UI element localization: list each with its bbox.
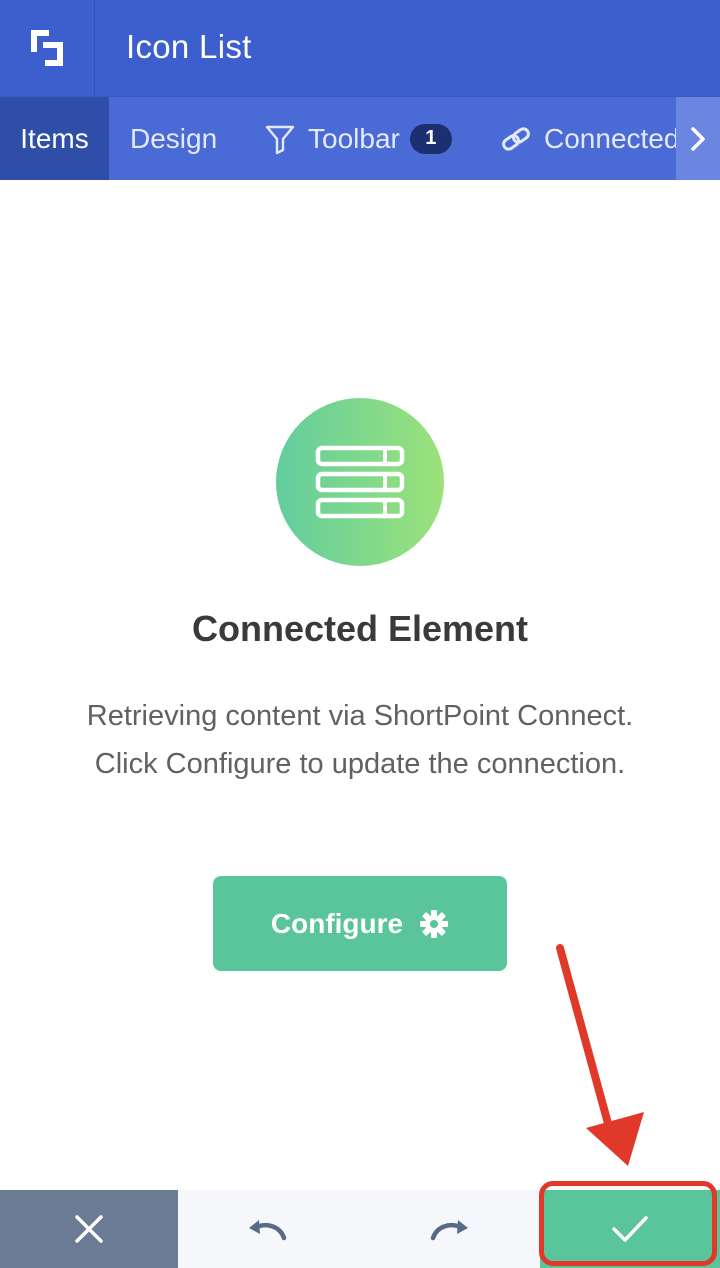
toolbar-count-badge: 1 — [409, 123, 452, 154]
connected-element-description: Retrieving content via ShortPoint Connec… — [86, 700, 634, 780]
footer-toolbar — [0, 1190, 720, 1268]
undo-button[interactable] — [178, 1190, 358, 1268]
undo-icon — [249, 1220, 287, 1241]
page-title: Icon List — [126, 28, 252, 65]
list-rows-icon — [315, 445, 405, 519]
connected-element-badge — [276, 398, 444, 566]
configure-button[interactable]: Configure — [213, 876, 507, 971]
configure-label: Configure — [270, 907, 404, 939]
redo-icon — [430, 1220, 468, 1241]
confirm-button[interactable] — [540, 1190, 720, 1268]
link-icon — [500, 123, 532, 155]
chevron-right-icon — [691, 126, 705, 151]
logo[interactable] — [0, 0, 95, 96]
tab-label: Design — [130, 122, 218, 154]
tab-design[interactable]: Design — [130, 97, 217, 180]
shortpoint-logo-icon — [31, 30, 63, 66]
tab-bar: Items Design Toolbar 1 Connected — [0, 96, 720, 180]
tab-toolbar[interactable]: Toolbar 1 — [264, 97, 452, 180]
cancel-button[interactable] — [0, 1190, 178, 1268]
app-header: Icon List — [0, 0, 720, 96]
close-icon — [75, 1215, 103, 1243]
tab-items[interactable]: Items — [0, 97, 109, 180]
connected-element-heading: Connected Element — [191, 608, 529, 649]
filter-icon — [264, 123, 296, 155]
redo-button[interactable] — [358, 1190, 540, 1268]
tab-connected[interactable]: Connected — [500, 97, 676, 180]
tab-label: Connected — [544, 122, 676, 154]
gear-icon — [419, 909, 449, 939]
tab-label: Items — [20, 122, 89, 154]
tab-label: Toolbar — [308, 122, 400, 154]
tabs-scroll-right-button[interactable] — [676, 97, 720, 180]
check-icon — [612, 1216, 648, 1242]
